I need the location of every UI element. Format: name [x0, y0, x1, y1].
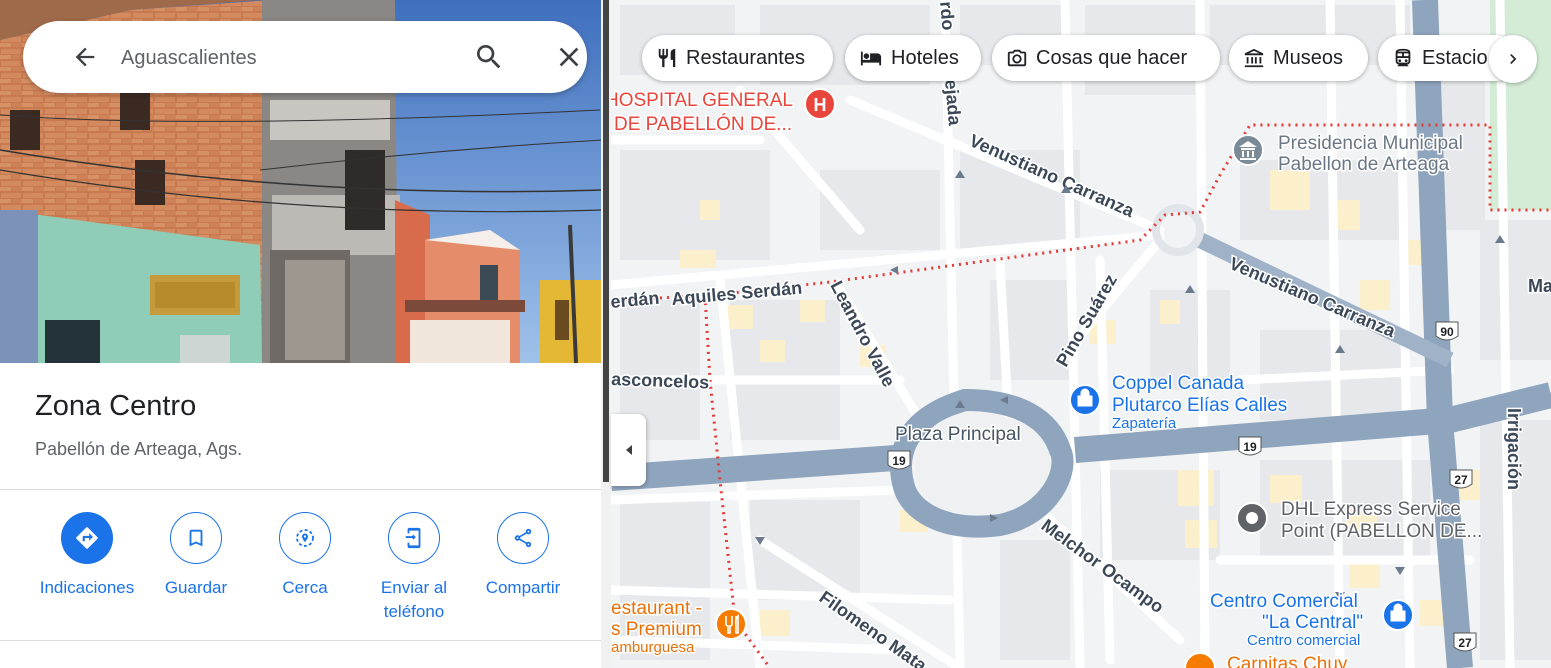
caret-left-icon	[625, 445, 632, 455]
plaza-label: Plaza Principal	[895, 424, 1021, 445]
place-panel: Zona Centro Pabellón de Arteaga, Ags. In…	[0, 0, 603, 668]
chip-label: Estacio	[1422, 46, 1488, 69]
search-box	[23, 21, 587, 93]
route-shield-icon: 19	[1238, 436, 1262, 456]
street-label: Ma	[1528, 276, 1551, 296]
directions-icon	[61, 512, 113, 564]
svg-text:Presidencia Municipal: Presidencia Municipal	[1278, 133, 1463, 154]
svg-text:27: 27	[1458, 636, 1472, 650]
send-to-phone-button[interactable]: Enviar al teléfono	[359, 512, 469, 624]
chip-label: Hoteles	[891, 46, 959, 69]
scrollbar-thumb[interactable]	[603, 0, 609, 482]
camera-icon	[1007, 49, 1027, 67]
street-label: Irrigación	[1504, 408, 1524, 490]
bookmark-icon	[170, 512, 222, 564]
send-to-phone-icon	[388, 512, 440, 564]
chip-restaurantes[interactable]: Restaurantes	[642, 35, 833, 81]
poi-carnitas[interactable]: Carnitas Chuy	[1184, 652, 1349, 668]
route-shield-icon: 19	[887, 450, 911, 470]
svg-text:estaurant -: estaurant -	[611, 598, 702, 619]
hotel-icon	[860, 51, 882, 66]
route-shield-icon: 27	[1453, 632, 1477, 652]
svg-text:Centro Comercial: Centro Comercial	[1210, 591, 1358, 612]
route-shield-icon: 90	[1435, 321, 1459, 341]
share-icon	[497, 512, 549, 564]
svg-text:DE PABELLÓN DE...: DE PABELLÓN DE...	[614, 113, 792, 135]
place-title: Zona Centro	[35, 390, 197, 422]
svg-text:s Premium: s Premium	[611, 619, 702, 640]
category-chips: Restaurantes Hoteles Cosas que hacer Mus…	[642, 35, 1551, 83]
chip-hoteles[interactable]: Hoteles	[845, 35, 981, 81]
chip-cosas-que-hacer[interactable]: Cosas que hacer	[992, 35, 1220, 81]
divider	[0, 640, 601, 641]
directions-button[interactable]: Indicaciones	[32, 512, 142, 600]
nearby-icon	[279, 512, 331, 564]
svg-text:Pabellon de Arteaga: Pabellon de Arteaga	[1278, 154, 1450, 175]
route-shield-icon: 27	[1449, 469, 1473, 489]
svg-text:DHL Express Service: DHL Express Service	[1281, 499, 1461, 520]
nearby-button[interactable]: Cerca	[250, 512, 360, 600]
street-label: ejada	[941, 79, 965, 128]
street-label: erdán	[611, 288, 660, 312]
svg-text:amburguesa: amburguesa	[611, 639, 695, 656]
restaurant-icon	[715, 608, 747, 640]
send-to-phone-label: Enviar al teléfono	[380, 578, 448, 621]
svg-text:90: 90	[1440, 325, 1454, 339]
svg-text:HOSPITAL GENERAL: HOSPITAL GENERAL	[611, 90, 793, 111]
svg-text:Coppel Canada: Coppel Canada	[1112, 373, 1244, 394]
svg-text:27: 27	[1454, 473, 1468, 487]
chip-label: Museos	[1273, 46, 1344, 69]
panel-scrollbar[interactable]	[601, 0, 611, 668]
save-label: Guardar	[164, 578, 228, 597]
svg-text:Zapatería: Zapatería	[1112, 415, 1177, 432]
collapse-panel-button[interactable]	[611, 414, 646, 486]
svg-text:19: 19	[892, 454, 906, 468]
museum-icon	[1244, 48, 1264, 68]
svg-text:Plutarco Elías Calles: Plutarco Elías Calles	[1112, 395, 1287, 416]
map-tiles: Venustiano Carranza Venustiano Carranza …	[611, 0, 1551, 668]
search-icon[interactable]	[473, 41, 505, 73]
restaurant-icon	[658, 48, 676, 68]
save-button[interactable]: Guardar	[141, 512, 251, 600]
svg-text:Carnitas Chuy: Carnitas Chuy	[1227, 654, 1348, 668]
svg-text:"La Central": "La Central"	[1262, 612, 1363, 633]
svg-text:H: H	[814, 95, 827, 115]
svg-text:19: 19	[1243, 440, 1257, 454]
divider	[0, 489, 601, 490]
close-icon[interactable]	[553, 41, 585, 73]
place-subtitle: Pabellón de Arteaga, Ags.	[35, 439, 243, 459]
chip-label: Cosas que hacer	[1036, 46, 1188, 69]
chip-label: Restaurantes	[686, 46, 805, 69]
svg-text:Point (PABELLON DE...: Point (PABELLON DE...	[1281, 521, 1482, 542]
share-button[interactable]: Compartir	[468, 512, 578, 600]
search-input[interactable]	[119, 39, 443, 77]
chip-museos[interactable]: Museos	[1229, 35, 1368, 81]
arrow-back-icon[interactable]	[71, 43, 99, 71]
chips-next-button[interactable]	[1489, 35, 1537, 83]
transit-icon	[1395, 48, 1411, 67]
street-label: asconcelos	[611, 369, 710, 392]
chevron-right-icon	[1510, 54, 1517, 64]
street-label: rdo	[936, 1, 958, 32]
directions-label: Indicaciones	[39, 578, 135, 597]
map-canvas[interactable]: Venustiano Carranza Venustiano Carranza …	[611, 0, 1551, 668]
nearby-label: Cerca	[282, 578, 328, 597]
svg-text:Centro comercial: Centro comercial	[1247, 632, 1360, 649]
share-label: Compartir	[485, 578, 561, 597]
